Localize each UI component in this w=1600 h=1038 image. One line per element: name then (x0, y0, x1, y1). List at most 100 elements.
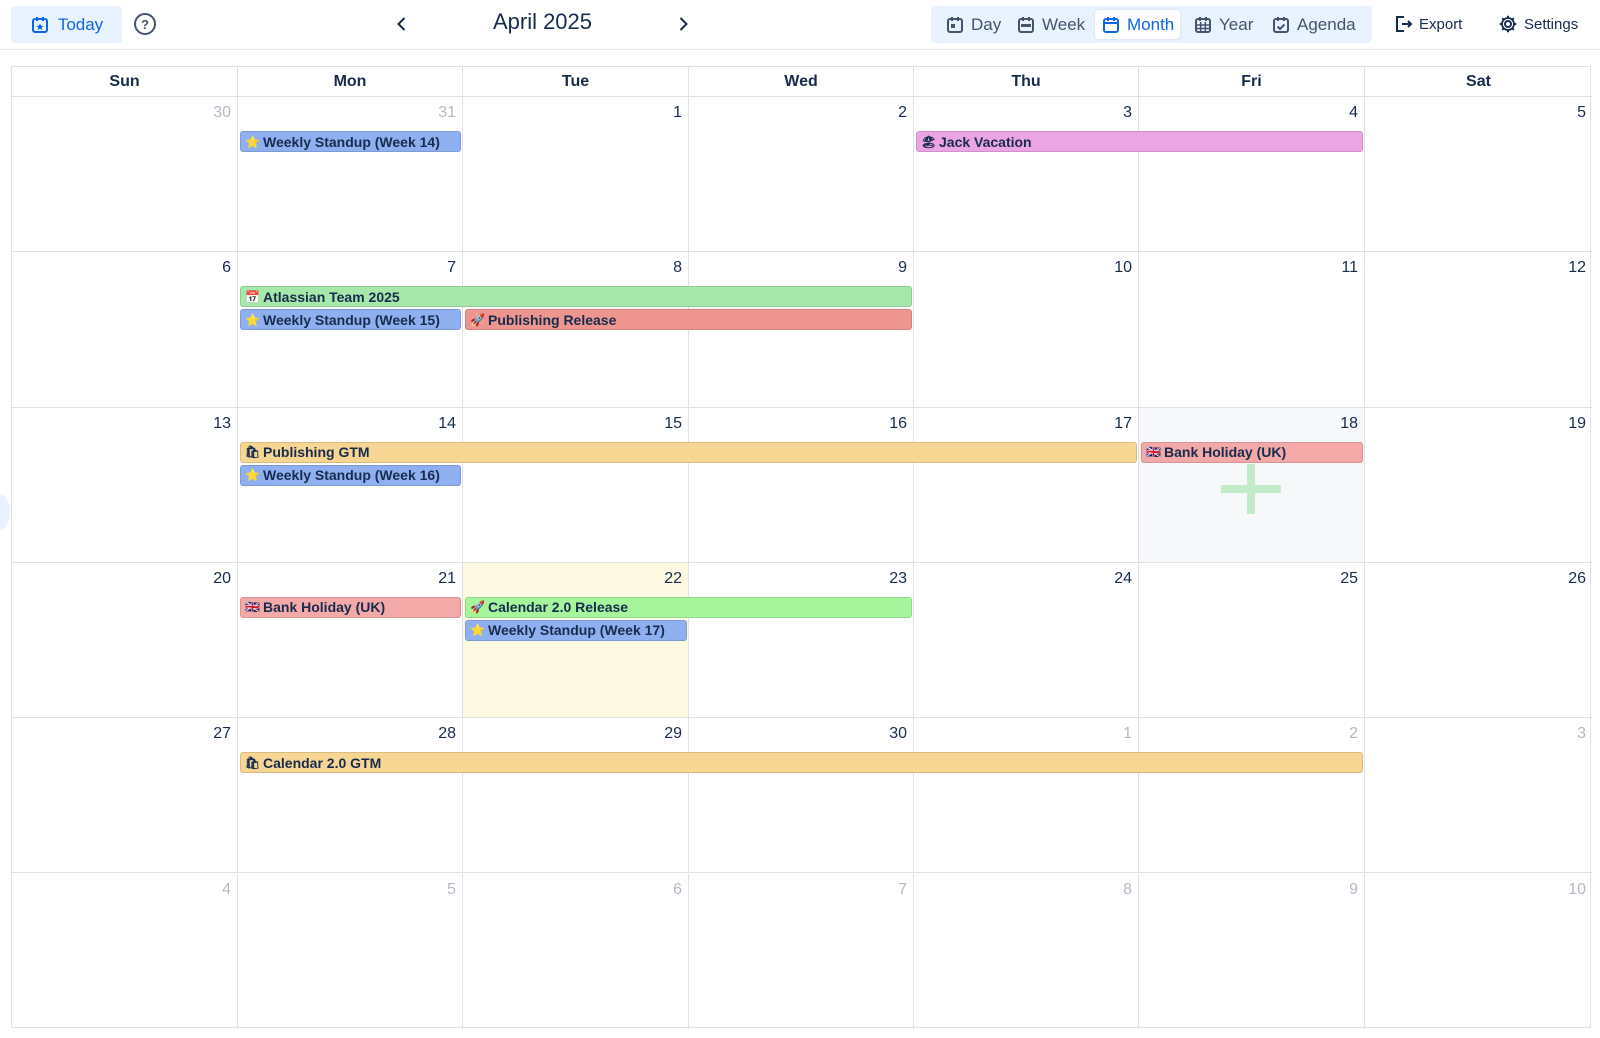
day-number[interactable]: 5 (447, 881, 456, 899)
event-bar[interactable]: ⭐ Weekly Standup (Week 14) (240, 131, 461, 152)
day-cell[interactable]: 18 (1139, 407, 1365, 563)
day-number[interactable]: 7 (447, 259, 456, 277)
day-number[interactable]: 30 (889, 725, 907, 743)
day-cell[interactable]: 4 (12, 873, 238, 1029)
help-icon[interactable]: ? (134, 13, 156, 35)
day-cell[interactable]: 30 (689, 718, 914, 874)
day-cell[interactable]: 2 (689, 97, 914, 253)
day-number[interactable]: 13 (213, 415, 231, 433)
day-cell[interactable]: 7 (689, 873, 914, 1029)
day-number[interactable]: 30 (213, 104, 231, 122)
day-cell[interactable]: 1 (914, 718, 1139, 874)
view-agenda-button[interactable]: Agenda (1265, 10, 1362, 39)
day-cell[interactable]: 15 (463, 407, 689, 563)
day-number[interactable]: 19 (1568, 415, 1586, 433)
day-cell[interactable]: 8 (914, 873, 1139, 1029)
day-cell[interactable]: 27 (12, 718, 238, 874)
day-number[interactable]: 2 (898, 104, 907, 122)
day-cell[interactable]: 31 (238, 97, 463, 253)
view-day-button[interactable]: Day (939, 10, 1007, 39)
day-number[interactable]: 18 (1340, 415, 1358, 433)
day-number[interactable]: 26 (1568, 570, 1586, 588)
export-button[interactable]: Export (1393, 8, 1462, 40)
day-number[interactable]: 12 (1568, 259, 1586, 277)
event-bar[interactable]: 🚀 Calendar 2.0 Release (465, 596, 912, 618)
day-number[interactable]: 16 (889, 415, 907, 433)
day-cell[interactable]: 26 (1365, 563, 1592, 719)
day-number[interactable]: 9 (898, 259, 907, 277)
day-number[interactable]: 21 (438, 570, 456, 588)
event-bar[interactable]: ⭐ Weekly Standup (Week 15) (240, 309, 461, 331)
day-cell[interactable]: 4 (1139, 97, 1365, 253)
day-number[interactable]: 4 (1349, 104, 1358, 122)
settings-button[interactable]: Settings (1498, 8, 1578, 40)
add-event-plus-icon[interactable] (1221, 463, 1281, 524)
day-cell[interactable]: 12 (1365, 252, 1592, 408)
day-cell[interactable]: 17 (914, 407, 1139, 563)
next-month-button[interactable] (668, 8, 698, 40)
prev-month-button[interactable] (387, 8, 417, 40)
event-bar[interactable]: 📅 Atlassian Team 2025 (240, 286, 912, 308)
day-cell[interactable]: 25 (1139, 562, 1365, 719)
event-bar[interactable]: 🛍 Publishing GTM (240, 441, 1137, 463)
day-cell[interactable]: 9 (1139, 873, 1365, 1029)
day-number[interactable]: 10 (1568, 881, 1586, 899)
view-week-button[interactable]: Week (1010, 10, 1091, 39)
day-number[interactable]: 1 (1123, 725, 1132, 743)
day-number[interactable]: 2 (1349, 725, 1358, 743)
day-cell[interactable]: 28 (238, 718, 463, 874)
event-bar[interactable]: 🇬🇧 Bank Holiday (UK) (1141, 441, 1363, 463)
event-bar[interactable]: 🚀 Publishing Release (465, 309, 912, 331)
day-cell[interactable]: 16 (689, 407, 914, 563)
day-number[interactable]: 4 (222, 881, 231, 899)
day-number[interactable]: 5 (1577, 104, 1586, 122)
day-cell[interactable]: 6 (463, 873, 689, 1029)
day-number[interactable]: 20 (213, 570, 231, 588)
event-bar[interactable]: 🏖 Jack Vacation (916, 131, 1363, 152)
day-cell[interactable]: 2 (1139, 718, 1365, 874)
day-number[interactable]: 10 (1114, 259, 1132, 277)
day-number[interactable]: 11 (1341, 259, 1358, 277)
day-cell[interactable]: 19 (1365, 408, 1592, 563)
day-number[interactable]: 14 (438, 415, 456, 433)
day-number[interactable]: 6 (222, 259, 231, 277)
day-cell[interactable]: 3 (1365, 718, 1592, 874)
day-number[interactable]: 17 (1114, 415, 1132, 433)
sidebar-toggle-handle[interactable] (0, 495, 10, 529)
day-number[interactable]: 28 (438, 725, 456, 743)
day-cell[interactable]: 11 (1139, 252, 1365, 408)
day-cell[interactable]: 23 (689, 562, 914, 719)
day-cell[interactable]: 10 (914, 252, 1139, 408)
day-number[interactable]: 7 (898, 881, 907, 899)
day-cell[interactable]: 5 (1365, 97, 1592, 253)
event-bar[interactable]: ⭐ Weekly Standup (Week 17) (465, 619, 687, 641)
day-cell[interactable]: 6 (12, 252, 238, 408)
day-number[interactable]: 8 (1123, 881, 1132, 899)
event-bar[interactable]: ⭐ Weekly Standup (Week 16) (240, 464, 461, 486)
day-number[interactable]: 1 (673, 104, 682, 122)
day-cell[interactable]: 30 (12, 97, 238, 253)
day-cell[interactable]: 24 (914, 562, 1139, 719)
day-number[interactable]: 8 (673, 259, 682, 277)
day-cell[interactable]: 29 (463, 718, 689, 874)
day-number[interactable]: 22 (664, 570, 682, 588)
view-year-button[interactable]: Year (1187, 10, 1259, 39)
event-bar[interactable]: 🛍 Calendar 2.0 GTM (240, 752, 1363, 774)
day-number[interactable]: 31 (438, 104, 456, 122)
day-cell[interactable]: 13 (12, 407, 238, 563)
day-number[interactable]: 29 (664, 725, 682, 743)
day-number[interactable]: 23 (889, 570, 907, 588)
day-cell[interactable]: 21 (238, 562, 463, 719)
day-number[interactable]: 6 (673, 881, 682, 899)
day-cell[interactable]: 1 (463, 97, 689, 253)
day-cell[interactable]: 20 (12, 562, 238, 719)
day-number[interactable]: 15 (664, 415, 682, 433)
event-bar[interactable]: 🇬🇧 Bank Holiday (UK) (240, 596, 461, 618)
view-month-button[interactable]: Month (1095, 10, 1181, 39)
day-number[interactable]: 27 (213, 725, 231, 743)
day-cell[interactable]: 5 (238, 873, 463, 1029)
day-number[interactable]: 25 (1340, 570, 1358, 588)
today-button[interactable]: Today (11, 6, 122, 43)
day-number[interactable]: 24 (1114, 570, 1132, 588)
day-cell[interactable]: 3 (914, 97, 1139, 253)
